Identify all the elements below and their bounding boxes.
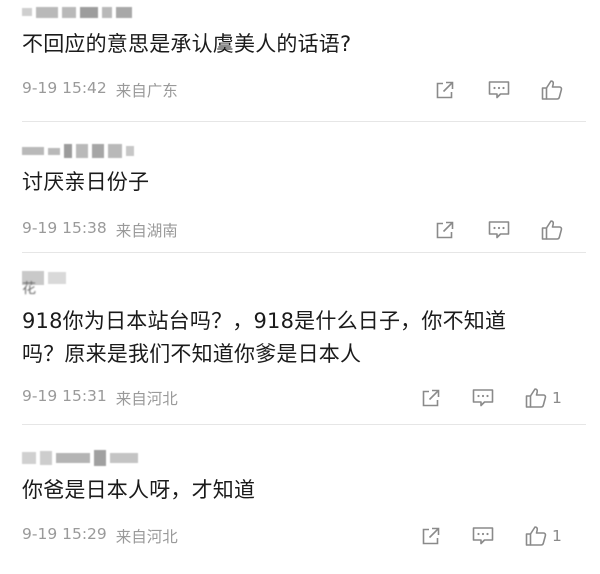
reply-button[interactable] [487,77,511,103]
share-button[interactable] [434,77,456,103]
like-button[interactable]: 1 [524,523,562,549]
comment-text: 不回应的意思是承认虞美人的话语? [22,32,352,56]
comment-item: 不回应的意思是承认虞美人的话语? 9-19 15:42 来自广东 [0,0,600,120]
comment-icon [488,221,510,239]
username-blurred[interactable] [22,4,132,20]
share-icon [422,527,440,545]
like-count: 1 [552,527,562,545]
share-icon [422,389,440,407]
like-button[interactable] [540,77,568,103]
reply-button[interactable] [471,523,495,549]
comment-item: 花 918你为日本站台吗？，918是什么日子，你不知道 吗？原来是我们不知道你爹… [0,252,600,423]
thumbs-up-icon [525,388,547,408]
share-button[interactable] [420,385,442,411]
comment-icon [472,389,494,407]
share-icon [436,81,454,99]
thumbs-up-icon [525,526,547,546]
comment-text: 你爸是日本人呀，才知道 [22,478,256,502]
username-blurred[interactable] [22,450,138,466]
thumbs-up-icon [541,80,563,100]
username-text: 花 [22,281,36,297]
comment-item: 讨厌亲日份子 9-19 15:38 来自湖南 [0,121,600,251]
comment-text: 讨厌亲日份子 [22,170,150,194]
username-blurred[interactable] [22,143,134,159]
share-button[interactable] [434,217,456,243]
like-count: 1 [552,389,562,407]
comment-item: 你爸是日本人呀，才知道 9-19 15:29 来自河北 1 [0,424,600,574]
share-icon [436,221,454,239]
comment-icon [488,81,510,99]
thumbs-up-icon [541,220,563,240]
share-button[interactable] [420,523,442,549]
like-button[interactable] [540,217,568,243]
like-button[interactable]: 1 [524,385,562,411]
comment-text: 918你为日本站台吗？，918是什么日子，你不知道 吗？原来是我们不知道你爹是日… [22,309,507,366]
comment-icon [472,527,494,545]
reply-button[interactable] [471,385,495,411]
reply-button[interactable] [487,217,511,243]
